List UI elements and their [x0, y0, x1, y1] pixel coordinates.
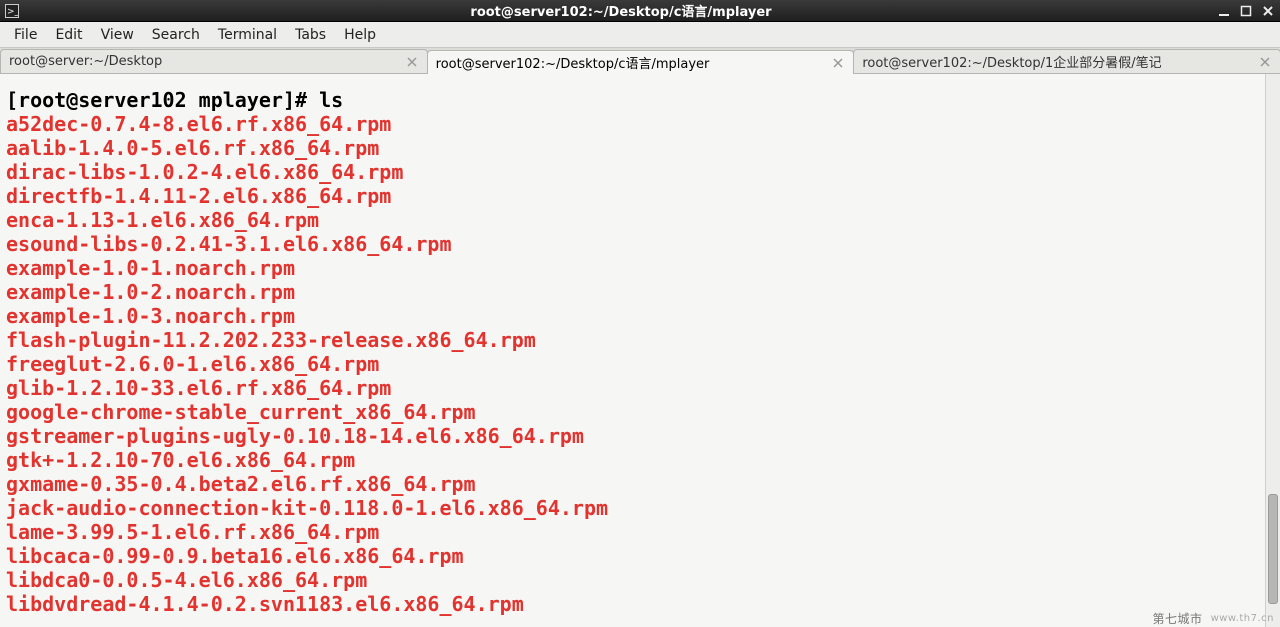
tab-bar: root@server:~/Desktop root@server102:~/D… — [0, 48, 1280, 74]
file-entry: directfb-1.4.11-2.el6.x86_64.rpm — [6, 184, 1274, 208]
scrollbar[interactable] — [1265, 74, 1280, 627]
file-entry: a52dec-0.7.4-8.el6.rf.x86_64.rpm — [6, 112, 1274, 136]
close-icon[interactable] — [831, 56, 845, 70]
svg-text:>_: >_ — [7, 7, 19, 17]
tab-2[interactable]: root@server102:~/Desktop/1企业部分暑假/笔记 — [853, 49, 1280, 73]
file-entry: example-1.0-2.noarch.rpm — [6, 280, 1274, 304]
file-entry: jack-audio-connection-kit-0.118.0-1.el6.… — [6, 496, 1274, 520]
shell-command: ls — [319, 88, 343, 112]
file-entry: esound-libs-0.2.41-3.1.el6.x86_64.rpm — [6, 232, 1274, 256]
close-icon[interactable] — [1258, 55, 1272, 69]
tab-label: root@server102:~/Desktop/1企业部分暑假/笔记 — [862, 52, 1252, 71]
watermark-url: www.th7.cn — [1211, 613, 1274, 624]
file-entry: lame-3.99.5-1.el6.rf.x86_64.rpm — [6, 520, 1274, 544]
file-entry: example-1.0-3.noarch.rpm — [6, 304, 1274, 328]
window-controls — [1216, 4, 1276, 18]
prompt-line: [root@server102 mplayer]# ls — [6, 88, 1274, 112]
window-titlebar: >_ root@server102:~/Desktop/c语言/mplayer — [0, 0, 1280, 22]
menubar: File Edit View Search Terminal Tabs Help — [0, 22, 1280, 48]
file-entry: dirac-libs-1.0.2-4.el6.x86_64.rpm — [6, 160, 1274, 184]
file-entry: flash-plugin-11.2.202.233-release.x86_64… — [6, 328, 1274, 352]
file-entry: gtk+-1.2.10-70.el6.x86_64.rpm — [6, 448, 1274, 472]
file-entry: gxmame-0.35-0.4.beta2.el6.rf.x86_64.rpm — [6, 472, 1274, 496]
terminal-icon: >_ — [4, 3, 20, 19]
watermark-brand: 第七城市 — [1153, 610, 1203, 627]
tab-label: root@server:~/Desktop — [9, 54, 399, 69]
menu-tabs[interactable]: Tabs — [287, 24, 334, 46]
shell-prompt: [root@server102 mplayer]# — [6, 88, 319, 112]
scroll-thumb[interactable] — [1268, 494, 1278, 604]
menu-help[interactable]: Help — [336, 24, 384, 46]
file-entry: glib-1.2.10-33.el6.rf.x86_64.rpm — [6, 376, 1274, 400]
tab-label: root@server102:~/Desktop/c语言/mplayer — [436, 53, 826, 72]
close-button[interactable] — [1260, 4, 1276, 18]
menu-view[interactable]: View — [93, 24, 142, 46]
maximize-button[interactable] — [1238, 4, 1254, 18]
menu-file[interactable]: File — [6, 24, 45, 46]
terminal-container: [root@server102 mplayer]# lsa52dec-0.7.4… — [0, 74, 1280, 627]
minimize-button[interactable] — [1216, 4, 1232, 18]
tab-1[interactable]: root@server102:~/Desktop/c语言/mplayer — [427, 50, 855, 74]
file-entry: libcaca-0.99-0.9.beta16.el6.x86_64.rpm — [6, 544, 1274, 568]
file-entry: gstreamer-plugins-ugly-0.10.18-14.el6.x8… — [6, 424, 1274, 448]
close-icon[interactable] — [405, 55, 419, 69]
window-title: root@server102:~/Desktop/c语言/mplayer — [26, 1, 1216, 20]
menu-search[interactable]: Search — [144, 24, 208, 46]
file-entry: aalib-1.4.0-5.el6.rf.x86_64.rpm — [6, 136, 1274, 160]
file-entry: libdca0-0.0.5-4.el6.x86_64.rpm — [6, 568, 1274, 592]
file-entry: freeglut-2.6.0-1.el6.x86_64.rpm — [6, 352, 1274, 376]
watermark: 第七城市 www.th7.cn — [1153, 610, 1274, 627]
terminal[interactable]: [root@server102 mplayer]# lsa52dec-0.7.4… — [0, 74, 1280, 627]
file-entry: libdvdread-4.1.4-0.2.svn1183.el6.x86_64.… — [6, 592, 1274, 616]
menu-edit[interactable]: Edit — [47, 24, 90, 46]
menu-terminal[interactable]: Terminal — [210, 24, 285, 46]
file-entry: enca-1.13-1.el6.x86_64.rpm — [6, 208, 1274, 232]
tab-0[interactable]: root@server:~/Desktop — [0, 49, 428, 73]
file-entry: google-chrome-stable_current_x86_64.rpm — [6, 400, 1274, 424]
file-entry: example-1.0-1.noarch.rpm — [6, 256, 1274, 280]
